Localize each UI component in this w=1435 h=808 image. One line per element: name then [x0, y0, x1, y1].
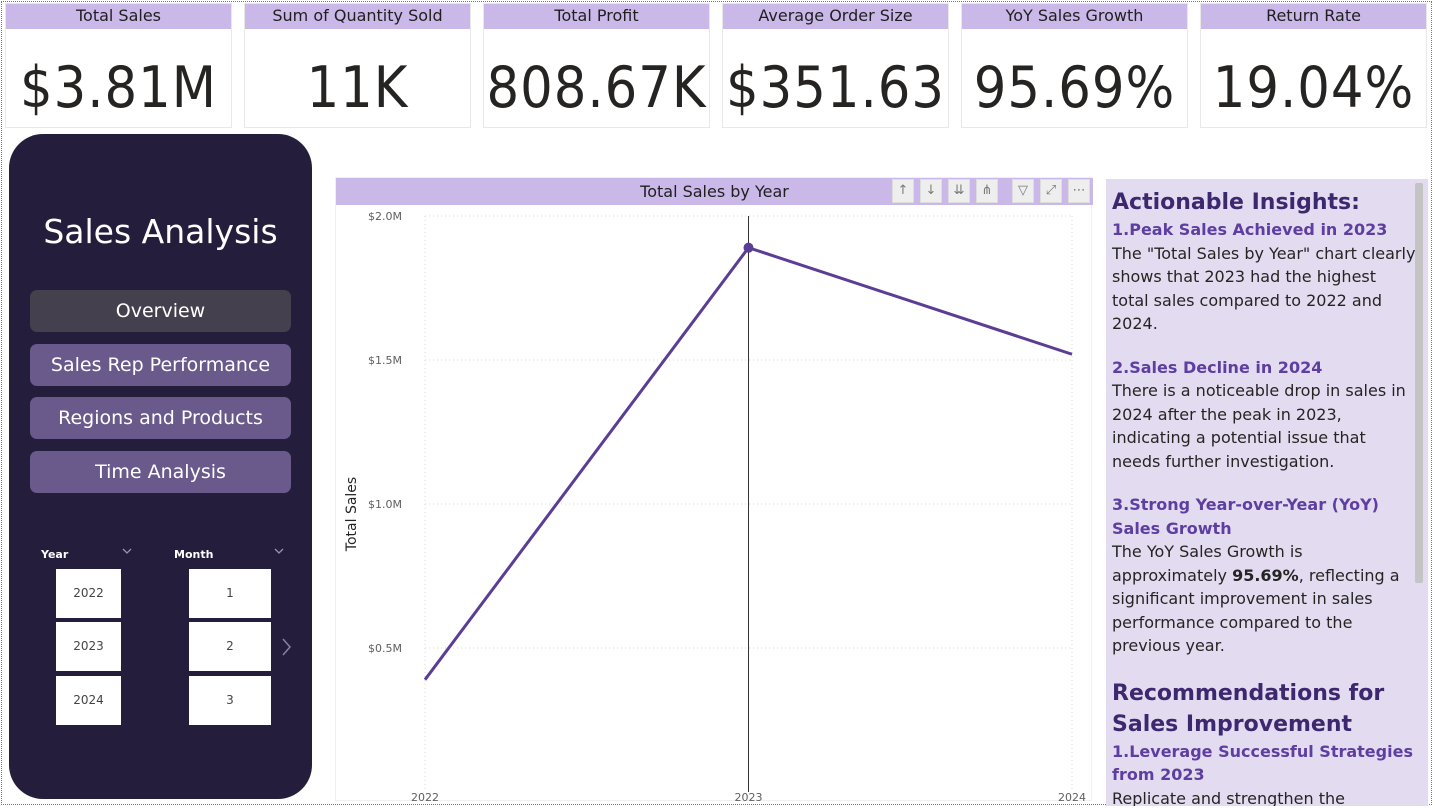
drill-up-icon[interactable]: ↑	[892, 179, 914, 203]
chevron-down-icon[interactable]	[121, 545, 133, 557]
x-tick-label: 2024	[1058, 791, 1086, 802]
chart-plot: $0.5M$1.0M$1.5M$2.0M202220232024YearTota…	[344, 210, 1086, 802]
recommendation-title: 1.Leverage Successful Strategies from 20…	[1112, 741, 1413, 785]
insights-scrollbar[interactable]	[1415, 183, 1423, 583]
focus-mode-icon[interactable]: ⤢	[1040, 179, 1062, 203]
sales-rep-performance-button[interactable]: Sales Rep Performance	[30, 344, 291, 386]
x-tick-label: 2022	[411, 791, 439, 802]
kpi-title: Return Rate	[1201, 4, 1426, 29]
insight-text: The YoY Sales Growth is approximately 95…	[1112, 540, 1417, 658]
kpi-return-rate[interactable]: Return Rate 19.04%	[1200, 3, 1427, 128]
year-slicer-label: Year	[41, 548, 69, 561]
insights-panel: Actionable Insights: 1.Peak Sales Achiev…	[1106, 179, 1428, 806]
insights-heading: Actionable Insights:	[1112, 190, 1360, 215]
y-tick-label: $2.0M	[368, 210, 402, 223]
chevron-down-icon[interactable]	[273, 545, 285, 557]
kpi-average-order-size[interactable]: Average Order Size $351.63	[722, 3, 949, 128]
year-option-2022[interactable]: 2022	[56, 569, 121, 618]
total-sales-by-year-chart[interactable]: Total Sales by Year ↑ ↓ ⇊ ⋔ ▽ ⤢ ⋯ $0.5M $…	[335, 177, 1093, 802]
kpi-title: Total Sales	[6, 4, 231, 29]
expand-hierarchy-icon[interactable]: ⋔	[976, 179, 998, 203]
insight-text: There is a noticeable drop in sales in 2…	[1112, 381, 1406, 471]
overview-button[interactable]: Overview	[30, 290, 291, 332]
kpi-title: Sum of Quantity Sold	[245, 4, 470, 29]
y-tick-label: $0.5M	[368, 642, 402, 655]
yoy-value: 95.69%	[1232, 565, 1299, 585]
insight-title: 1.Peak Sales Achieved in 2023	[1112, 220, 1388, 239]
kpi-quantity-sold[interactable]: Sum of Quantity Sold 11K	[244, 3, 471, 128]
kpi-value: 19.04%	[1212, 55, 1415, 121]
insight-text: The "Total Sales by Year" chart clearly …	[1112, 243, 1416, 334]
kpi-value: 11K	[306, 55, 409, 121]
kpi-title: Average Order Size	[723, 4, 948, 29]
regions-and-products-button[interactable]: Regions and Products	[30, 397, 291, 439]
year-option-2024[interactable]: 2024	[56, 676, 121, 725]
insight-title: 2.Sales Decline in 2024	[1112, 357, 1323, 377]
data-point-highlight	[743, 242, 754, 253]
kpi-total-profit[interactable]: Total Profit 808.67K	[483, 3, 710, 128]
month-option-3[interactable]: 3	[189, 676, 271, 725]
x-tick-label: 2023	[735, 791, 763, 802]
y-tick-label: $1.5M	[368, 354, 402, 367]
recommendations-heading: Recommendations for Sales Improvement	[1112, 680, 1385, 737]
insight-title: 3.Strong Year-over-Year (YoY) Sales Grow…	[1112, 495, 1379, 538]
filter-icon[interactable]: ▽	[1012, 179, 1034, 203]
expand-next-level-icon[interactable]: ⇊	[948, 179, 970, 203]
y-tick-label: $1.0M	[368, 498, 402, 511]
kpi-yoy-growth[interactable]: YoY Sales Growth 95.69%	[961, 3, 1188, 128]
month-slicer-label: Month	[174, 548, 214, 561]
drill-down-icon[interactable]: ↓	[920, 179, 942, 203]
year-option-2023[interactable]: 2023	[56, 622, 121, 671]
y-axis-label: Total Sales	[344, 477, 360, 552]
nav-title: Sales Analysis	[43, 212, 278, 251]
kpi-title: Total Profit	[484, 4, 709, 29]
navigation-panel: Sales Analysis Overview Sales Rep Perfor…	[9, 134, 312, 799]
recommendation-text: Replicate and strengthen the marketing, …	[1112, 788, 1345, 807]
chevron-right-icon[interactable]	[280, 637, 292, 657]
time-analysis-button[interactable]: Time Analysis	[30, 451, 291, 493]
kpi-value: 808.67K	[486, 55, 707, 121]
kpi-title: YoY Sales Growth	[962, 4, 1187, 29]
kpi-value: $3.81M	[19, 55, 217, 121]
kpi-value: 95.69%	[973, 55, 1176, 121]
kpi-value: $351.63	[726, 55, 945, 121]
kpi-total-sales[interactable]: Total Sales $3.81M	[5, 3, 232, 128]
month-option-2[interactable]: 2	[189, 622, 271, 671]
month-option-1[interactable]: 1	[189, 569, 271, 618]
more-options-icon[interactable]: ⋯	[1068, 179, 1090, 203]
